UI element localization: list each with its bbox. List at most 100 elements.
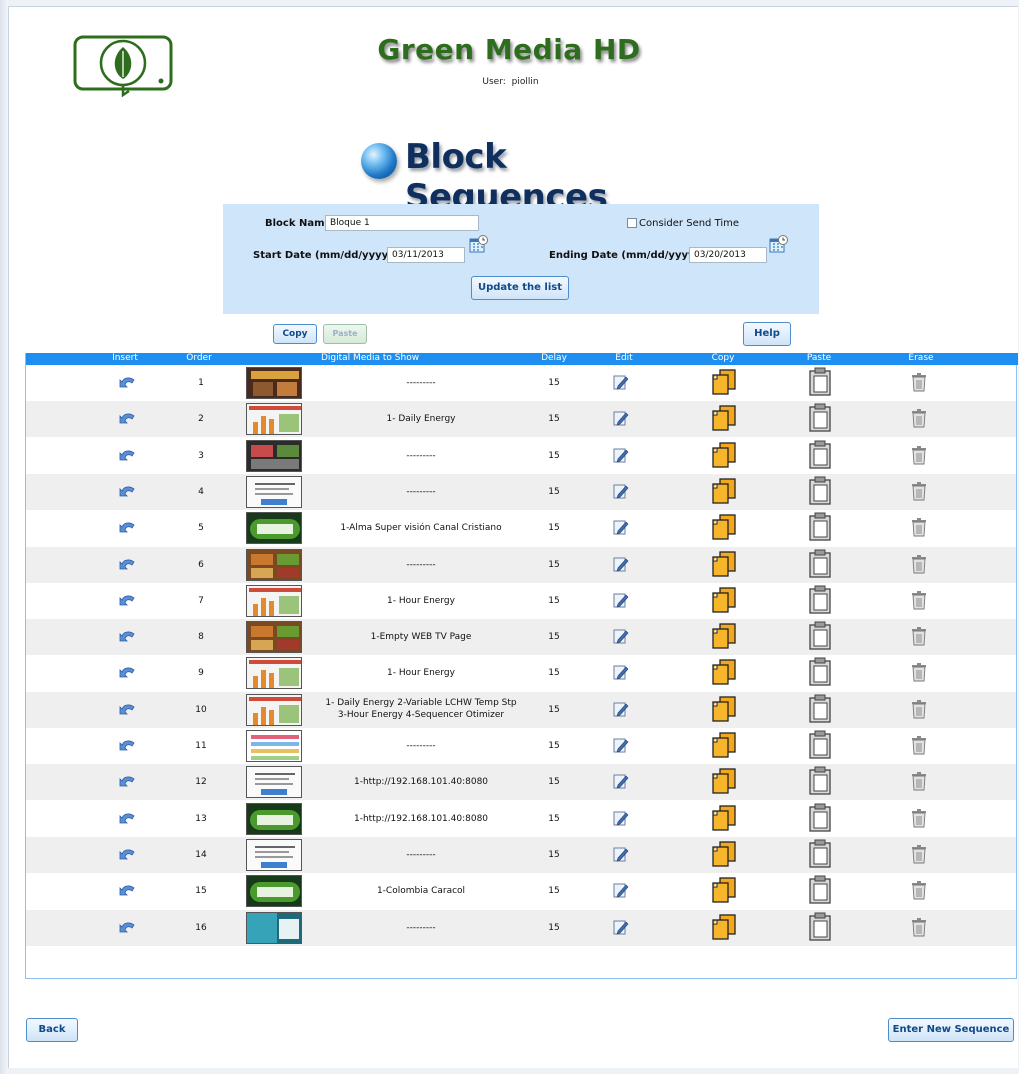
paste-clipboard-icon[interactable]: [808, 657, 832, 690]
copy-pages-icon[interactable]: [710, 550, 738, 581]
table-row: 16 --------- 15: [26, 909, 1016, 946]
trash-bin-icon[interactable]: [910, 445, 928, 468]
insert-arrow-icon[interactable]: [118, 374, 138, 393]
consider-send-time[interactable]: Consider Send Time: [627, 218, 739, 229]
edit-pencil-icon[interactable]: [612, 809, 630, 830]
edit-pencil-icon[interactable]: [612, 409, 630, 430]
paste-clipboard-icon[interactable]: [808, 875, 832, 908]
paste-clipboard-icon[interactable]: [808, 549, 832, 582]
copy-pages-icon[interactable]: [710, 477, 738, 508]
paste-clipboard-icon[interactable]: [808, 694, 832, 727]
copy-pages-icon[interactable]: [710, 586, 738, 617]
paste-clipboard-icon[interactable]: [808, 803, 832, 836]
edit-pencil-icon[interactable]: [612, 591, 630, 612]
copy-pages-icon[interactable]: [710, 404, 738, 435]
insert-arrow-icon[interactable]: [118, 556, 138, 575]
row-order: 12: [195, 777, 207, 788]
trash-bin-icon[interactable]: [910, 662, 928, 685]
paste-clipboard-icon[interactable]: [808, 403, 832, 436]
paste-clipboard-icon[interactable]: [808, 730, 832, 763]
calendar-icon[interactable]: [469, 234, 489, 254]
copy-button[interactable]: Copy: [273, 324, 317, 344]
copy-pages-icon[interactable]: [710, 658, 738, 689]
insert-arrow-icon[interactable]: [118, 483, 138, 502]
user-info: User: piollin: [439, 77, 579, 87]
copy-pages-icon[interactable]: [710, 876, 738, 907]
back-button[interactable]: Back: [26, 1018, 78, 1042]
row-order: 9: [198, 668, 204, 679]
insert-arrow-icon[interactable]: [118, 810, 138, 829]
edit-pencil-icon[interactable]: [612, 446, 630, 467]
paste-clipboard-icon[interactable]: [808, 476, 832, 509]
update-list-button[interactable]: Update the list: [471, 276, 569, 300]
insert-arrow-icon[interactable]: [118, 410, 138, 429]
trash-bin-icon[interactable]: [910, 844, 928, 867]
trash-bin-icon[interactable]: [910, 699, 928, 722]
copy-pages-icon[interactable]: [710, 767, 738, 798]
edit-pencil-icon[interactable]: [612, 881, 630, 902]
insert-arrow-icon[interactable]: [118, 773, 138, 792]
insert-arrow-icon[interactable]: [118, 664, 138, 683]
trash-bin-icon[interactable]: [910, 554, 928, 577]
copy-pages-icon[interactable]: [710, 695, 738, 726]
trash-bin-icon[interactable]: [910, 626, 928, 649]
edit-pencil-icon[interactable]: [612, 555, 630, 576]
copy-pages-icon[interactable]: [710, 622, 738, 653]
edit-pencil-icon[interactable]: [612, 845, 630, 866]
paste-clipboard-icon[interactable]: [808, 839, 832, 872]
insert-arrow-icon[interactable]: [118, 628, 138, 647]
copy-pages-icon[interactable]: [710, 913, 738, 944]
paste-clipboard-icon[interactable]: [808, 621, 832, 654]
trash-bin-icon[interactable]: [910, 917, 928, 940]
edit-pencil-icon[interactable]: [612, 772, 630, 793]
copy-pages-icon[interactable]: [710, 441, 738, 472]
paste-clipboard-icon[interactable]: [808, 912, 832, 945]
paste-clipboard-icon[interactable]: [808, 512, 832, 545]
copy-pages-icon[interactable]: [710, 513, 738, 544]
insert-arrow-icon[interactable]: [118, 846, 138, 865]
trash-bin-icon[interactable]: [910, 808, 928, 831]
trash-bin-icon[interactable]: [910, 735, 928, 758]
row-delay: 15: [548, 849, 560, 860]
enter-new-sequence-button[interactable]: Enter New Sequence: [888, 1018, 1014, 1042]
edit-pencil-icon[interactable]: [612, 373, 630, 394]
insert-arrow-icon[interactable]: [118, 737, 138, 756]
insert-arrow-icon[interactable]: [118, 919, 138, 938]
edit-pencil-icon[interactable]: [612, 518, 630, 539]
end-date-input[interactable]: 03/20/2013: [689, 247, 767, 263]
paste-clipboard-icon[interactable]: [808, 440, 832, 473]
trash-bin-icon[interactable]: [910, 372, 928, 395]
trash-bin-icon[interactable]: [910, 880, 928, 903]
edit-pencil-icon[interactable]: [612, 663, 630, 684]
start-date-input[interactable]: 03/11/2013: [387, 247, 465, 263]
help-button[interactable]: Help: [743, 322, 791, 346]
insert-arrow-icon[interactable]: [118, 592, 138, 611]
insert-arrow-icon[interactable]: [118, 701, 138, 720]
copy-pages-icon[interactable]: [710, 368, 738, 399]
copy-pages-icon[interactable]: [710, 731, 738, 762]
media-thumbnail: [246, 911, 302, 944]
trash-bin-icon[interactable]: [910, 408, 928, 431]
calendar-icon[interactable]: [769, 234, 789, 254]
edit-pencil-icon[interactable]: [612, 627, 630, 648]
insert-arrow-icon[interactable]: [118, 519, 138, 538]
insert-arrow-icon[interactable]: [118, 882, 138, 901]
media-thumbnail: [246, 512, 302, 545]
trash-bin-icon[interactable]: [910, 481, 928, 504]
trash-bin-icon[interactable]: [910, 771, 928, 794]
copy-pages-icon[interactable]: [710, 840, 738, 871]
edit-pencil-icon[interactable]: [612, 700, 630, 721]
paste-clipboard-icon[interactable]: [808, 585, 832, 618]
trash-bin-icon[interactable]: [910, 590, 928, 613]
block-name-input[interactable]: Bloque 1: [325, 215, 479, 231]
paste-clipboard-icon[interactable]: [808, 766, 832, 799]
edit-pencil-icon[interactable]: [612, 918, 630, 939]
insert-arrow-icon[interactable]: [118, 447, 138, 466]
paste-clipboard-icon[interactable]: [808, 367, 832, 400]
paste-button[interactable]: Paste: [323, 324, 367, 344]
consider-send-time-checkbox[interactable]: [627, 218, 637, 228]
edit-pencil-icon[interactable]: [612, 736, 630, 757]
copy-pages-icon[interactable]: [710, 804, 738, 835]
trash-bin-icon[interactable]: [910, 517, 928, 540]
edit-pencil-icon[interactable]: [612, 482, 630, 503]
